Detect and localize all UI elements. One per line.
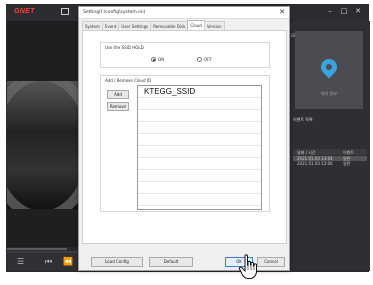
close-app-button[interactable]: ✕	[353, 7, 363, 15]
tab-event[interactable]: Event	[101, 21, 120, 30]
list-item[interactable]	[138, 134, 261, 146]
maximize-button[interactable]: □	[339, 7, 349, 15]
event-type: 일반	[343, 161, 351, 166]
settings-tabs: System Event User Settings Removable Dis…	[82, 20, 225, 30]
load-config-button[interactable]: Load Config	[91, 257, 143, 267]
tab-user-settings[interactable]: User Settings	[118, 21, 152, 30]
add-button[interactable]: Add	[107, 90, 129, 99]
tab-removable-disk[interactable]: Removable Disk	[150, 21, 189, 30]
list-item[interactable]	[138, 122, 261, 134]
hand-cursor-icon	[238, 254, 257, 279]
cloud-id-list[interactable]: KTEGG_SSID	[137, 85, 262, 210]
tab-system[interactable]: System	[82, 21, 103, 30]
map-label: 위치 정보	[321, 91, 337, 96]
dialog-title: Setting(I:\config\system.ini)	[83, 10, 146, 15]
timeline[interactable]	[7, 247, 79, 251]
radio-on-indicator	[151, 57, 156, 62]
playback-controls: ☰ ⏮ ⏪	[7, 253, 79, 271]
dialog-close-icon[interactable]: ✕	[279, 8, 285, 16]
timeline-progress	[7, 248, 67, 250]
skip-back-icon[interactable]: ⏮	[45, 257, 52, 267]
settings-dialog: Setting(I:\config\system.ini) ✕ System E…	[78, 6, 290, 271]
events-title: 이벤트 목록	[293, 117, 313, 122]
list-item[interactable]	[138, 110, 261, 122]
video-frame	[7, 81, 79, 209]
menu-icon[interactable]: ☰	[17, 257, 24, 266]
ssid-hold-off-radio[interactable]: OFF	[197, 57, 212, 62]
tab-version[interactable]: Version	[203, 21, 225, 30]
map-view[interactable]: 위치 정보	[295, 31, 363, 109]
radio-on-label: ON	[158, 57, 165, 62]
folder-icon[interactable]	[61, 8, 69, 15]
map-pin-icon	[317, 55, 341, 79]
list-item[interactable]	[138, 98, 261, 110]
default-button[interactable]: Default	[149, 257, 193, 267]
event-row[interactable]: 2021.01.03 13:06 일반	[293, 161, 367, 166]
list-item[interactable]: KTEGG_SSID	[138, 86, 261, 98]
cloud-id-group: Add / Remove Cloud ID Add Remove KTEGG_S…	[100, 75, 270, 212]
cloud-tab-panel: Use the SSID HOLD ON OFF Add / Remove Cl…	[82, 30, 287, 244]
list-item[interactable]	[138, 158, 261, 170]
side-panel: GPS 위치 정보 이벤트 목록 날짜 / 시간 이벤트 2021.01.03 …	[289, 21, 370, 271]
list-item[interactable]	[138, 182, 261, 194]
ssid-hold-on-radio[interactable]: ON	[151, 57, 164, 62]
dialog-titlebar: Setting(I:\config\system.ini) ✕	[79, 7, 289, 19]
events-list: 2021.01.03 13:04 일반 2021.01.03 13:06 일반	[293, 156, 367, 166]
tab-cloud[interactable]: Cloud	[187, 20, 205, 30]
video-pane	[7, 21, 79, 247]
cloud-id-label: Add / Remove Cloud ID	[105, 78, 152, 83]
ssid-hold-group: Use the SSID HOLD ON OFF	[100, 42, 270, 68]
list-item[interactable]	[138, 170, 261, 182]
radio-off-label: OFF	[204, 57, 212, 62]
minimize-button[interactable]: –	[325, 7, 335, 15]
events-header: 날짜 / 시간 이벤트	[293, 149, 367, 155]
remove-button[interactable]: Remove	[107, 102, 129, 111]
ssid-hold-label: Use the SSID HOLD	[105, 45, 144, 50]
radio-off-indicator	[197, 57, 202, 62]
list-item[interactable]	[138, 146, 261, 158]
event-time: 2021.01.03 13:06	[297, 161, 333, 166]
video-content	[7, 81, 79, 209]
rewind-icon[interactable]: ⏪	[63, 257, 73, 266]
list-item[interactable]	[138, 194, 261, 206]
app-logo: GNET	[14, 8, 35, 15]
